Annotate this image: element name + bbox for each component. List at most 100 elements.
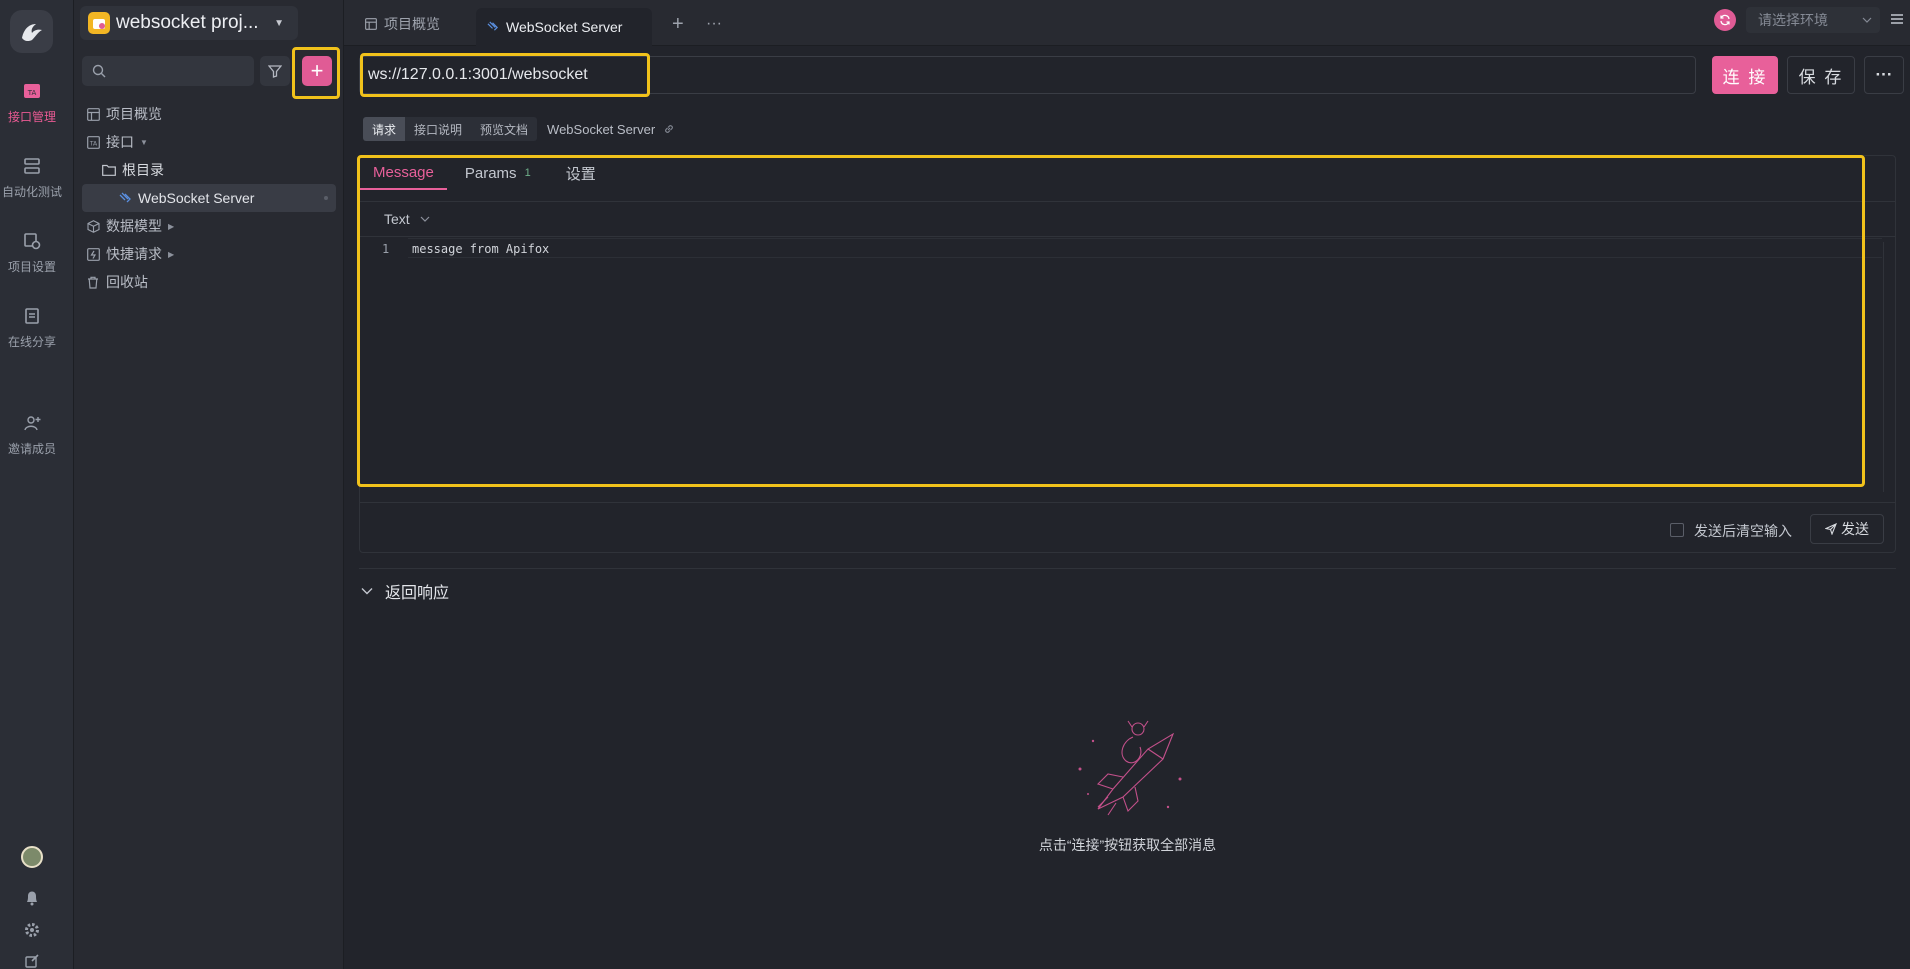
subtab-label: 请求 <box>372 122 397 137</box>
rail-label: 接口管理 <box>7 110 56 124</box>
rail-item-online-share[interactable]: 在线分享 <box>0 305 64 350</box>
gear-icon <box>25 923 39 937</box>
tab-websocket-server[interactable]: WebSocket Server <box>476 8 652 46</box>
rail-item-invite-member[interactable]: 邀请成员 <box>0 412 64 457</box>
environment-select[interactable]: 请选择环境 <box>1746 7 1880 33</box>
send-icon <box>1825 523 1837 535</box>
empty-state: 点击“连接”按钮获取全部消息 <box>359 719 1896 855</box>
sync-button[interactable] <box>1714 9 1736 31</box>
search-input[interactable] <box>82 56 254 86</box>
save-label: 保 存 <box>1798 67 1844 87</box>
folder-icon <box>102 163 116 177</box>
user-avatar-wrap[interactable] <box>0 846 64 868</box>
tree-label: 快捷请求 <box>106 246 162 262</box>
rail-label: 项目设置 <box>7 260 56 274</box>
tab-label: 设置 <box>565 165 596 183</box>
api-sidebar: websocket proj... ▼ + 项目概览 TA 接口 ▼ 根目录 W… <box>74 0 344 969</box>
tab-project-overview[interactable]: 项目概览 <box>354 8 450 40</box>
request-url-bar <box>359 56 1696 94</box>
caret-down-icon: ▼ <box>140 137 148 147</box>
api-title: WebSocket Server <box>547 121 656 137</box>
plus-icon: + <box>672 12 684 35</box>
tree-item-api[interactable]: TA 接口 ▼ <box>86 128 148 156</box>
rail-item-api-management[interactable]: TA 接口管理 <box>0 80 64 125</box>
caret-down-icon: ▼ <box>274 18 284 29</box>
tab-settings[interactable]: 设置 <box>544 156 609 190</box>
subtab-api-doc[interactable]: 接口说明 <box>405 117 472 141</box>
tree-label: 项目概览 <box>106 106 162 122</box>
tree-item-data-model[interactable]: 数据模型 ▶ <box>86 212 174 240</box>
feedback-button[interactable] <box>0 954 64 968</box>
tree-item-trash[interactable]: 回收站 <box>86 268 148 296</box>
line-number: 1 <box>382 242 390 256</box>
cube-icon <box>86 219 100 233</box>
tab-label: Params <box>464 164 517 182</box>
project-switcher[interactable]: websocket proj... ▼ <box>80 6 298 40</box>
rocket-illustration-icon <box>1078 720 1181 816</box>
api-icon: TA <box>86 135 100 149</box>
send-button[interactable]: 发送 <box>1810 514 1884 544</box>
tree-item-quick-request[interactable]: 快捷请求 ▶ <box>86 240 174 268</box>
format-label: Text <box>384 211 410 227</box>
app-rail: TA 接口管理 自动化测试 项目设置 在线分享 邀请成员 <box>0 0 74 969</box>
tree-label: 根目录 <box>122 162 164 178</box>
notification-button[interactable] <box>0 890 64 906</box>
search-icon <box>92 64 106 78</box>
editor-scrollbar[interactable] <box>1883 242 1895 492</box>
sync-icon <box>1720 14 1730 26</box>
layout-icon <box>86 107 100 121</box>
avatar[interactable] <box>21 846 43 868</box>
layout-icon <box>364 17 378 31</box>
svg-text:TA: TA <box>88 140 97 147</box>
connect-button[interactable]: 连 接 <box>1712 56 1778 94</box>
tree-item-project-overview[interactable]: 项目概览 <box>86 100 162 128</box>
settings-button[interactable] <box>0 922 64 938</box>
send-row: 发送后清空输入 发送 <box>360 502 1895 554</box>
tab-label: Message <box>373 163 434 181</box>
subtab-request[interactable]: 请求 <box>363 117 406 141</box>
add-api-button[interactable]: + <box>302 56 332 86</box>
hamburger-menu-icon[interactable] <box>1890 12 1904 26</box>
filter-button[interactable] <box>260 56 290 86</box>
tab-message[interactable]: Message <box>360 156 447 190</box>
bell-icon <box>27 891 37 906</box>
app-logo[interactable] <box>10 10 53 53</box>
tree-label: 数据模型 <box>106 218 162 234</box>
save-button[interactable]: 保 存 <box>1787 56 1855 94</box>
more-tabs-button[interactable]: ··· <box>696 8 732 40</box>
plus-icon: + <box>310 58 324 83</box>
more-options-button[interactable]: ··· <box>1864 56 1904 94</box>
subtab-preview-doc[interactable]: 预览文档 <box>471 117 538 141</box>
rail-item-project-settings[interactable]: 项目设置 <box>0 230 64 275</box>
online-share-icon <box>21 305 43 327</box>
empty-state-text: 点击“连接”按钮获取全部消息 <box>1038 837 1217 853</box>
tab-params[interactable]: Params 1 <box>447 156 544 190</box>
rail-item-automation-test[interactable]: 自动化测试 <box>0 155 64 200</box>
chevron-down-icon <box>1862 17 1872 23</box>
rail-label: 邀请成员 <box>7 442 56 456</box>
response-title: 返回响应 <box>385 585 450 602</box>
project-icon <box>88 12 110 34</box>
url-input[interactable] <box>368 57 968 93</box>
link-icon[interactable] <box>663 123 675 135</box>
clear-after-send-checkbox[interactable] <box>1670 523 1684 537</box>
chevron-down-icon <box>361 587 375 595</box>
tree-item-websocket-server[interactable]: WebSocket Server <box>82 184 336 212</box>
websocket-icon <box>118 191 132 205</box>
message-tabs: Message Params 1 设置 <box>360 156 609 190</box>
project-settings-icon <box>21 230 43 252</box>
params-count-badge: 1 <box>524 167 531 179</box>
tree-label: WebSocket Server <box>138 190 255 206</box>
tree-item-root-folder[interactable]: 根目录 <box>102 156 164 184</box>
new-tab-button[interactable]: + <box>662 8 694 40</box>
format-select[interactable]: Text <box>360 201 1895 237</box>
message-panel: Message Params 1 设置 Text 1 message from … <box>359 155 1896 553</box>
status-dot <box>324 196 328 200</box>
rail-label: 自动化测试 <box>1 185 62 199</box>
request-subtabs: 请求 接口说明 预览文档 WebSocket Server <box>363 117 675 141</box>
tree-label: 接口 <box>106 134 134 150</box>
ellipsis-icon: ··· <box>1875 65 1893 84</box>
tab-label: WebSocket Server <box>506 19 623 35</box>
rail-label: 在线分享 <box>7 335 56 349</box>
response-toggle[interactable]: 返回响应 <box>361 579 449 603</box>
